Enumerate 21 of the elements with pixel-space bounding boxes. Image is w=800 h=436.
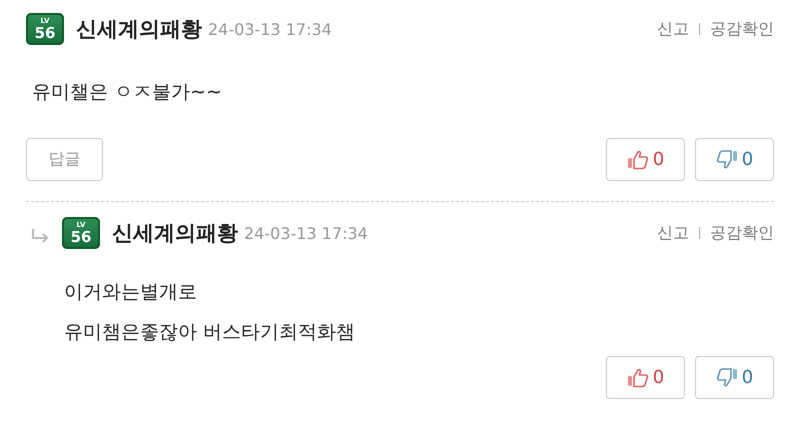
comment-text: 이거와는별개로 bbox=[64, 280, 198, 305]
thumbs-up-icon bbox=[628, 368, 648, 387]
reply-button[interactable]: 답글 bbox=[26, 138, 103, 181]
comment-text: 유미챌은 ㅇㅈ불가~~ bbox=[32, 80, 223, 105]
likes-check-link[interactable]: 공감확인 bbox=[710, 18, 774, 40]
reply-arrow-icon bbox=[30, 228, 50, 244]
comment-date: 24-03-13 17:34 bbox=[244, 224, 368, 242]
thumbs-down-icon bbox=[716, 368, 737, 386]
thumbs-down-icon bbox=[716, 150, 737, 168]
thumbs-up-icon bbox=[628, 150, 648, 169]
upvote-button[interactable]: 0 bbox=[606, 356, 685, 399]
upvote-button[interactable]: 0 bbox=[606, 138, 685, 181]
author-name[interactable]: 신세계의패황 bbox=[112, 219, 238, 247]
report-link[interactable]: 신고 bbox=[657, 18, 689, 40]
downvote-button[interactable]: 0 bbox=[695, 138, 774, 181]
author-name[interactable]: 신세계의패황 bbox=[76, 15, 202, 43]
comment-text: 유미챔은좋잖아 버스타기최적화챔 bbox=[64, 320, 356, 345]
comment-date: 24-03-13 17:34 bbox=[208, 20, 332, 38]
likes-check-link[interactable]: 공감확인 bbox=[710, 222, 774, 244]
report-link[interactable]: 신고 bbox=[657, 222, 689, 244]
downvote-button[interactable]: 0 bbox=[695, 356, 774, 399]
